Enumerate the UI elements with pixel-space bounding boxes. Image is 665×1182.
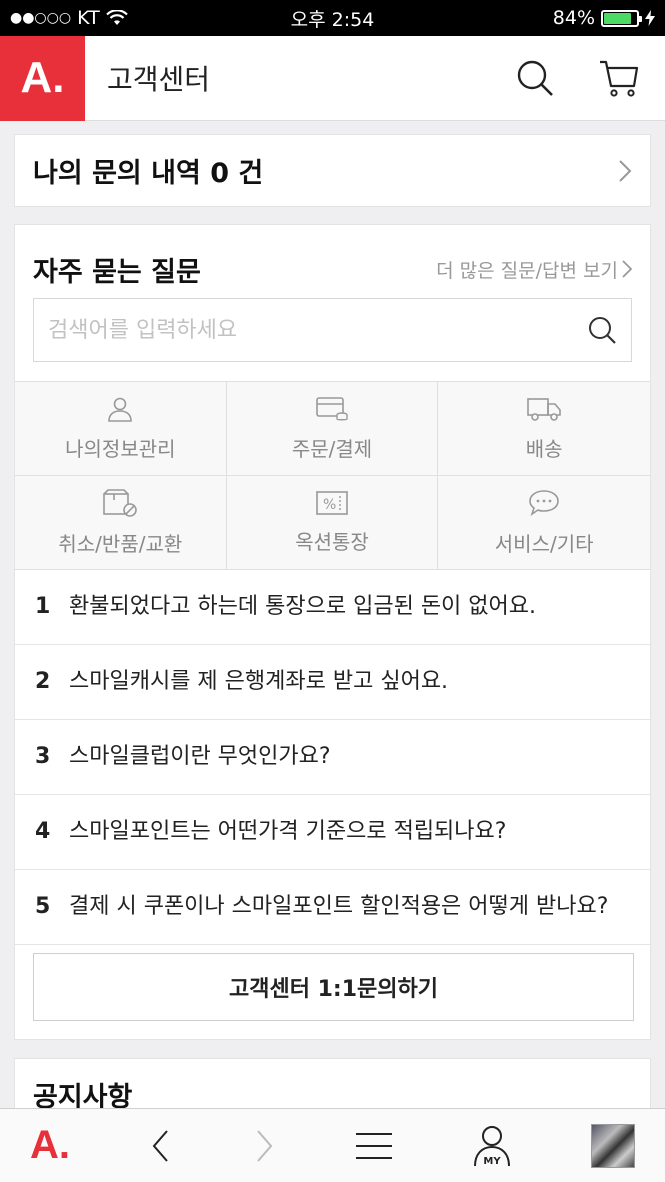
faq-category-grid: 나의정보관리 주문/결제 배송 취소/반품/교환 % 옥션통장 서비스/기타 xyxy=(15,381,650,570)
charging-icon xyxy=(645,10,655,26)
category-auction-account[interactable]: % 옥션통장 xyxy=(226,476,439,570)
category-delivery[interactable]: 배송 xyxy=(438,382,650,476)
faq-question-number: 4 xyxy=(35,819,51,844)
faq-question-item[interactable]: 4 스마일포인트는 어떤가격 기준으로 적립되나요? xyxy=(15,795,650,870)
app-header: A. 고객센터 xyxy=(0,35,665,121)
status-left: ●●○○○ KT xyxy=(10,7,128,29)
faq-question-item[interactable]: 5 결제 시 쿠폰이나 스마일포인트 할인적용은 어떻게 받나요? xyxy=(15,870,650,945)
faq-question-number: 5 xyxy=(35,894,51,919)
box-cancel-icon xyxy=(103,489,138,517)
faq-more-link[interactable]: 더 많은 질문/답변 보기 xyxy=(436,256,632,283)
category-label: 취소/반품/교환 xyxy=(58,532,183,556)
faq-title: 자주 묻는 질문 xyxy=(33,256,201,288)
cs-inquiry-button[interactable]: 고객센터 1:1문의하기 xyxy=(33,953,634,1021)
category-label: 옥션통장 xyxy=(295,530,369,554)
cart-icon xyxy=(600,60,639,97)
category-cancel-return[interactable]: 취소/반품/교환 xyxy=(15,476,227,570)
card-icon xyxy=(316,397,348,421)
search-icon xyxy=(517,60,553,96)
category-label: 서비스/기타 xyxy=(494,532,594,556)
category-label: 나의정보관리 xyxy=(65,437,176,461)
page-title: 고객센터 xyxy=(107,63,211,96)
home-logo-button[interactable]: A. xyxy=(30,1123,70,1168)
signal-icon: ●●○○○ xyxy=(10,10,72,26)
faq-question-text: 환불되었다고 하는데 통장으로 입금된 돈이 없어요. xyxy=(69,594,537,619)
chat-icon xyxy=(529,490,559,516)
faq-section: 자주 묻는 질문 더 많은 질문/답변 보기 나의정보관리 xyxy=(14,224,651,1040)
my-inquiry-label: 나의 문의 내역 0 건 xyxy=(33,158,264,189)
faq-search-input[interactable] xyxy=(48,317,587,343)
cart-button[interactable] xyxy=(597,56,641,100)
faq-question-item[interactable]: 3 스마일클럽이란 무엇인가요? xyxy=(15,720,650,795)
chevron-right-icon xyxy=(622,260,632,278)
search-button[interactable] xyxy=(513,56,557,100)
category-service-etc[interactable]: 서비스/기타 xyxy=(438,476,650,570)
svg-text:%: % xyxy=(323,497,336,513)
faq-more-label: 더 많은 질문/답변 보기 xyxy=(436,259,618,282)
faq-question-text: 스마일포인트는 어떤가격 기준으로 적립되나요? xyxy=(69,819,507,844)
chevron-right-icon xyxy=(619,159,632,182)
faq-question-text: 스마일캐시를 제 은행계좌로 받고 싶어요. xyxy=(69,669,449,694)
faq-question-item[interactable]: 2 스마일캐시를 제 은행계좌로 받고 싶어요. xyxy=(15,645,650,720)
faq-question-list: 1 환불되었다고 하는데 통장으로 입금된 돈이 없어요. 2 스마일캐시를 제… xyxy=(15,570,650,945)
carrier-label: KT xyxy=(77,7,100,29)
header-actions xyxy=(513,56,665,100)
faq-question-item[interactable]: 1 환불되었다고 하는데 통장으로 입금된 돈이 없어요. xyxy=(15,570,650,645)
forward-icon[interactable] xyxy=(252,1128,276,1164)
person-icon xyxy=(108,397,133,422)
status-bar: ●●○○○ KT 오후 2:54 84% xyxy=(0,0,665,36)
battery-icon xyxy=(601,9,642,27)
battery-percent: 84% xyxy=(552,7,595,29)
faq-question-text: 스마일클럽이란 무엇인가요? xyxy=(69,744,331,769)
category-my-info[interactable]: 나의정보관리 xyxy=(15,382,227,476)
status-right: 84% xyxy=(553,7,655,29)
wifi-icon xyxy=(105,10,128,25)
recent-thumbnail[interactable] xyxy=(591,1123,635,1168)
faq-question-number: 2 xyxy=(35,669,51,694)
truck-icon xyxy=(527,398,561,421)
search-icon[interactable] xyxy=(587,315,617,345)
faq-header: 자주 묻는 질문 더 많은 질문/답변 보기 xyxy=(15,225,650,295)
percent-icon: % xyxy=(316,491,348,515)
my-label: MY xyxy=(483,1156,501,1167)
brand-logo[interactable]: A. xyxy=(0,35,85,121)
faq-question-number: 1 xyxy=(35,594,51,619)
faq-question-number: 3 xyxy=(35,744,51,769)
category-label: 주문/결제 xyxy=(291,437,373,461)
category-order-payment[interactable]: 주문/결제 xyxy=(226,382,439,476)
faq-question-text: 결제 시 쿠폰이나 스마일포인트 할인적용은 어떻게 받나요? xyxy=(69,894,609,919)
category-label: 배송 xyxy=(525,437,563,461)
faq-search-box xyxy=(33,298,632,362)
bottom-toolbar: A. MY xyxy=(0,1108,665,1182)
my-inquiry-card[interactable]: 나의 문의 내역 0 건 xyxy=(14,134,651,207)
my-icon[interactable]: MY xyxy=(472,1124,512,1168)
back-icon[interactable] xyxy=(149,1128,173,1164)
menu-icon[interactable] xyxy=(355,1131,393,1161)
